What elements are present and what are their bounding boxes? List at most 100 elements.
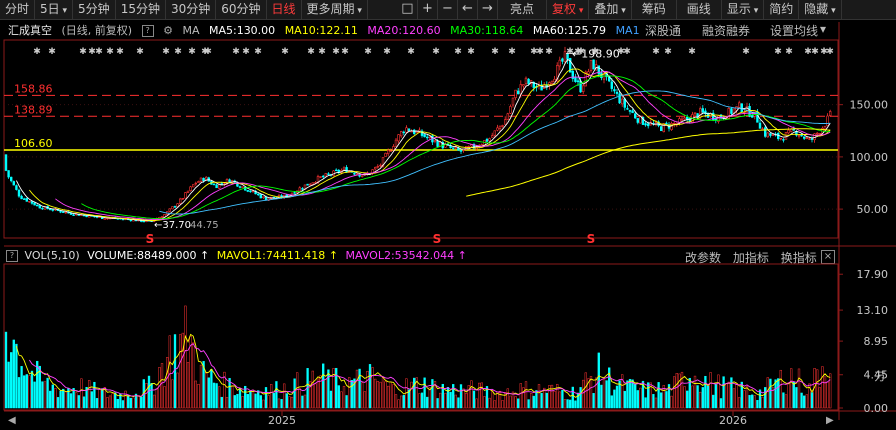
volume-bar xyxy=(389,381,392,409)
candle-body xyxy=(680,118,684,121)
candle-body xyxy=(662,123,666,133)
volume-tick-label: 17.90 xyxy=(857,268,889,281)
candle-body xyxy=(592,59,595,70)
event-marker: ✱ xyxy=(688,47,696,57)
candle-body xyxy=(173,206,177,208)
volume-bar xyxy=(506,388,509,409)
event-marker: ✱ xyxy=(341,47,349,57)
event-marker: ✱ xyxy=(664,47,672,57)
candle-body xyxy=(25,198,28,202)
candle-body xyxy=(823,125,827,130)
candle-body xyxy=(797,135,801,137)
volume-bar xyxy=(475,398,478,409)
candle-body xyxy=(488,138,491,142)
volume-bar xyxy=(626,380,629,409)
candle-body xyxy=(626,108,629,110)
volume-bar xyxy=(524,381,528,409)
volume-bar xyxy=(717,374,720,409)
volume-bar xyxy=(275,381,278,409)
volume-bar xyxy=(95,398,99,409)
candle-body xyxy=(516,90,520,95)
volume-bar xyxy=(423,377,426,409)
candle-body xyxy=(802,136,806,139)
volume-bar xyxy=(381,377,385,409)
volume-bar xyxy=(722,376,725,409)
candle-body xyxy=(514,89,517,99)
price-tick-label: 100.00 xyxy=(850,151,889,164)
candle-body xyxy=(828,111,832,116)
volume-bar xyxy=(509,395,512,409)
candle-body xyxy=(20,195,23,200)
volume-bar xyxy=(465,392,468,409)
volume-bar xyxy=(436,398,439,409)
event-marker: ✱ xyxy=(188,47,196,57)
volume-bar xyxy=(764,387,767,409)
candle-body xyxy=(501,125,504,127)
volume-bar xyxy=(82,396,86,409)
volume-bar xyxy=(701,387,704,409)
volume-bar xyxy=(766,377,769,409)
volume-bar xyxy=(225,397,229,409)
event-marker: ✱ xyxy=(742,47,750,57)
event-marker: ✱ xyxy=(136,47,144,57)
event-marker: ✱ xyxy=(432,47,440,57)
candle-body xyxy=(436,140,439,147)
event-marker: ✱ xyxy=(162,47,170,57)
volume-bar xyxy=(675,373,678,409)
volume-bar xyxy=(818,387,821,409)
volume-bar xyxy=(233,395,236,409)
volume-bar xyxy=(199,364,203,409)
candle-body xyxy=(373,167,377,170)
volume-bar xyxy=(810,392,814,409)
volume-bar xyxy=(823,376,827,409)
volume-bar xyxy=(342,385,346,409)
volume-bar xyxy=(80,378,83,409)
candle-body xyxy=(527,78,530,85)
event-marker: ✱ xyxy=(566,47,574,57)
volume-bar xyxy=(38,365,41,409)
volume-bar xyxy=(413,377,416,409)
candle-body xyxy=(160,216,164,218)
volume-bar xyxy=(394,394,398,409)
candle-body xyxy=(425,136,429,139)
event-marker: ✱ xyxy=(254,47,262,57)
volume-bar xyxy=(220,396,223,409)
volume-bar xyxy=(228,378,231,409)
volume-bar xyxy=(7,361,10,409)
candle-body xyxy=(490,135,494,138)
candle-body xyxy=(212,183,216,186)
event-marker: ✱ xyxy=(204,47,212,57)
candle-body xyxy=(631,110,634,114)
event-marker: ✱ xyxy=(407,47,415,57)
volume-bar xyxy=(595,377,598,409)
volume-bar xyxy=(592,393,595,409)
volume-bar xyxy=(137,395,140,409)
volume-bar xyxy=(249,390,252,409)
volume-bar xyxy=(532,395,535,409)
volume-bar xyxy=(553,390,556,409)
candle-body xyxy=(327,173,330,175)
volume-bar xyxy=(496,391,499,409)
volume-bar xyxy=(530,393,533,409)
candle-body xyxy=(511,97,515,106)
candle-body xyxy=(810,138,814,140)
volume-bar xyxy=(293,378,296,409)
volume-bar xyxy=(150,383,153,409)
low-label: ←37.70 xyxy=(154,220,191,231)
candle-body xyxy=(771,134,775,136)
candle-body xyxy=(142,220,145,223)
candle-body xyxy=(392,146,395,151)
volume-bar xyxy=(205,372,208,409)
candle-body xyxy=(792,128,796,131)
volume-bar xyxy=(176,372,179,409)
event-marker: ✱ xyxy=(79,47,87,57)
event-marker: ✱ xyxy=(48,47,56,57)
volume-bar xyxy=(660,392,663,409)
volume-bar xyxy=(579,387,582,409)
candle-body xyxy=(389,150,392,152)
candle-body xyxy=(360,175,364,177)
candle-body xyxy=(587,71,590,75)
volume-bar xyxy=(483,396,486,409)
candle-body xyxy=(397,134,400,142)
volume-bar xyxy=(706,385,710,409)
